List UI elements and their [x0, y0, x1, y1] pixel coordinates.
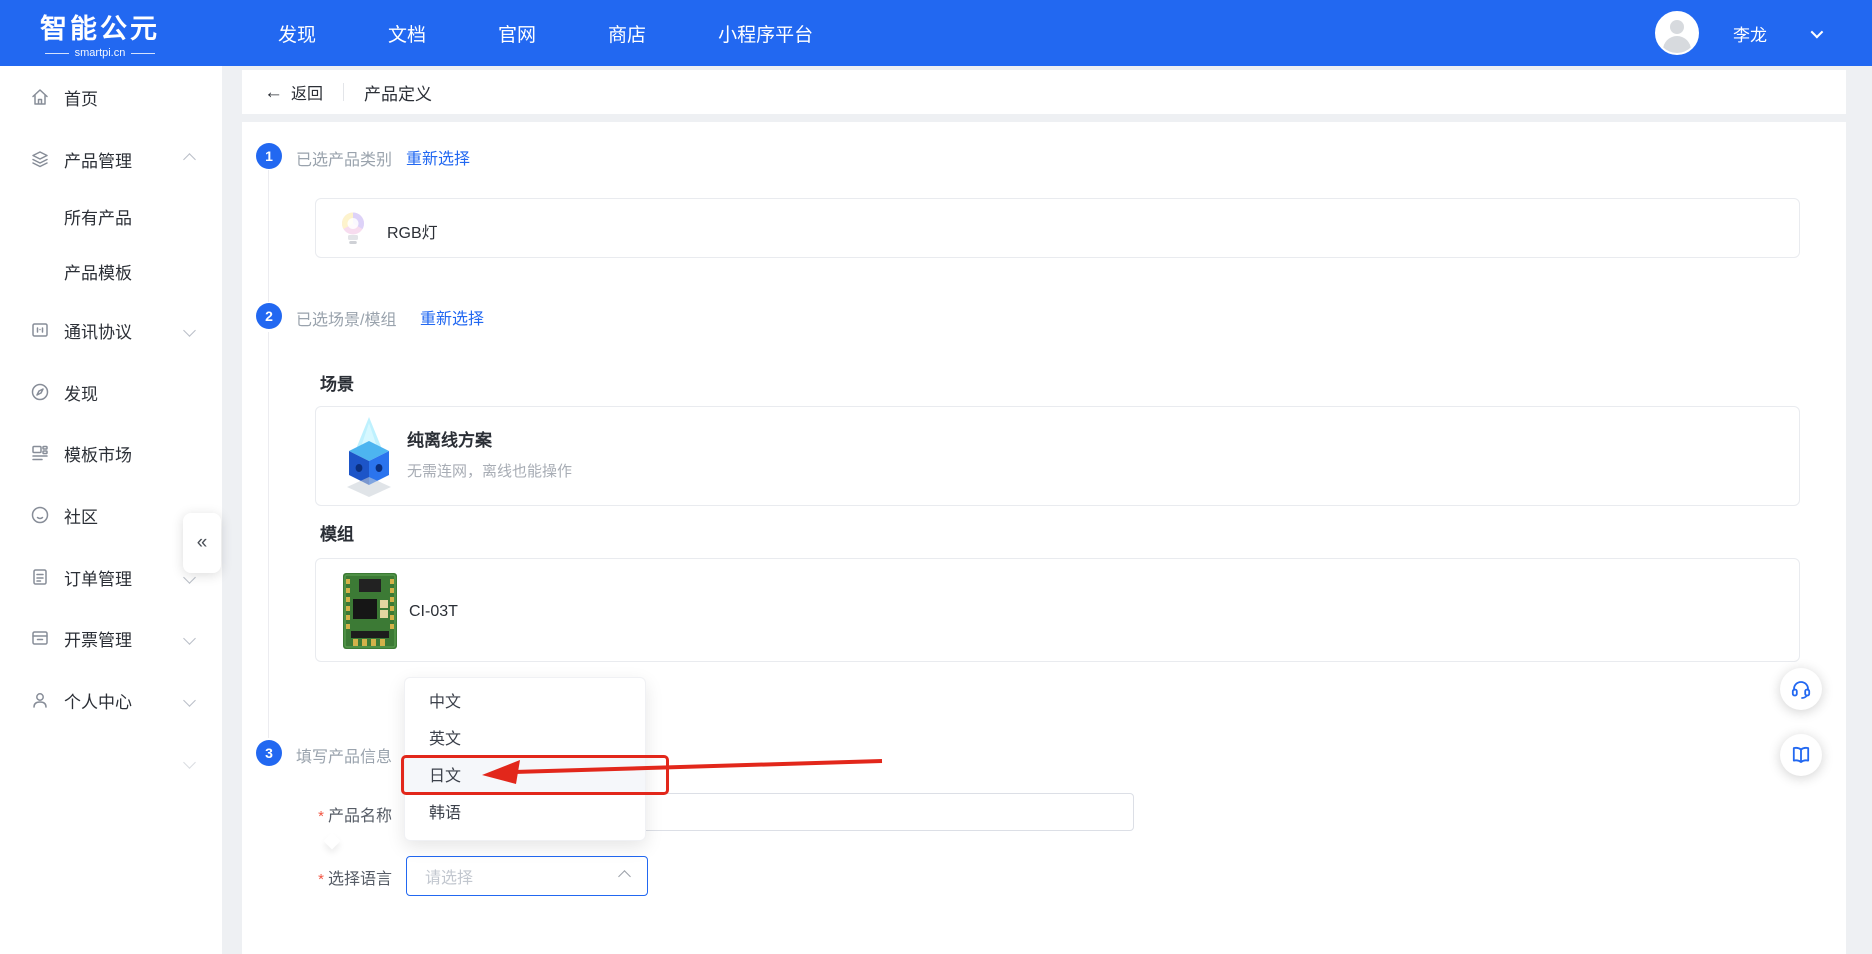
nav-item-store[interactable]: 商店 — [608, 20, 646, 47]
step-connector — [268, 170, 269, 302]
avatar[interactable] — [1655, 11, 1699, 55]
step1-badge: 1 — [256, 143, 282, 169]
sidebar-item-product-templates[interactable]: 产品模板 — [0, 258, 222, 284]
logo[interactable]: 智能公元 smartpi.cn — [40, 7, 160, 59]
selected-scene-card[interactable]: 纯离线方案 无需连网，离线也能操作 — [315, 406, 1800, 506]
back-arrow-icon: ← — [264, 83, 283, 102]
chevron-down-icon — [183, 694, 196, 707]
back-button[interactable]: ← 返回 — [264, 80, 323, 104]
nav-item-docs[interactable]: 文档 — [388, 20, 426, 47]
required-mark: * — [318, 871, 324, 888]
sidebar: 首页 产品管理 所有产品 产品模板 通讯协议 发现 模板市场 社区 — [0, 66, 222, 954]
step1-label: 已选产品类别 — [296, 146, 392, 170]
required-mark: * — [318, 808, 324, 825]
sidebar-collapse-button[interactable]: « — [183, 513, 221, 573]
selected-product-card[interactable]: RGB灯 — [315, 198, 1800, 258]
chevron-down-icon[interactable] — [1811, 25, 1824, 38]
profile-icon — [30, 690, 50, 710]
orders-icon — [30, 567, 50, 587]
scene-section-label: 场景 — [320, 370, 354, 395]
headset-icon — [1790, 678, 1812, 700]
sidebar-item-personal-center[interactable]: 个人中心 — [0, 687, 222, 713]
customer-service-button[interactable] — [1780, 668, 1822, 710]
sidebar-item-label: 社区 — [64, 503, 98, 528]
dropdown-option-korean[interactable]: 韩语 — [405, 795, 645, 832]
user-menu[interactable]: 李龙 — [1655, 0, 1820, 66]
page-title: 产品定义 — [364, 80, 432, 105]
sidebar-item-product-management[interactable]: 产品管理 — [0, 146, 222, 172]
sidebar-item-label: 模板市场 — [64, 441, 132, 466]
step-connector — [268, 332, 269, 738]
step1-reselect-link[interactable]: 重新选择 — [406, 145, 470, 169]
sidebar-item-label: 开票管理 — [64, 626, 132, 651]
nav-item-official-site[interactable]: 官网 — [498, 20, 536, 47]
module-section-label: 模组 — [320, 520, 354, 545]
market-icon — [30, 443, 50, 463]
documentation-button[interactable] — [1780, 734, 1822, 776]
dropdown-arrow-tip — [324, 833, 341, 850]
sidebar-item-home[interactable]: 首页 — [0, 84, 222, 110]
sidebar-item-template-market[interactable]: 模板市场 — [0, 440, 222, 466]
compass-icon — [30, 382, 50, 402]
step3-label: 填写产品信息 — [296, 743, 392, 767]
sidebar-item-label: 所有产品 — [64, 204, 132, 229]
sidebar-item-label: 首页 — [64, 85, 98, 110]
page-header: ← 返回 产品定义 — [242, 70, 1846, 114]
protocol-icon — [30, 320, 50, 340]
selected-module-card[interactable]: CI-03T — [315, 558, 1800, 662]
layers-icon — [30, 149, 50, 169]
nav-item-miniprogram-platform[interactable]: 小程序平台 — [718, 20, 813, 47]
logo-title: 智能公元 — [40, 7, 160, 46]
chevron-down-icon — [185, 754, 194, 772]
offline-cube-icon — [342, 415, 396, 499]
back-label: 返回 — [291, 80, 323, 104]
sidebar-item-label: 发现 — [64, 380, 98, 405]
sidebar-item-label: 产品模板 — [64, 259, 132, 284]
select-placeholder: 请选择 — [425, 864, 473, 888]
user-name: 李龙 — [1733, 21, 1767, 46]
step2-label: 已选场景/模组 — [296, 306, 396, 330]
product-name: RGB灯 — [387, 219, 438, 243]
nav-item-discover[interactable]: 发现 — [278, 20, 316, 47]
step2-reselect-link[interactable]: 重新选择 — [420, 305, 484, 329]
content-panel: 1 已选产品类别 重新选择 RGB灯 2 已选场景/模组 重新选择 场景 — [242, 122, 1846, 954]
header-divider — [343, 83, 344, 101]
language-select[interactable]: 请选择 — [406, 856, 648, 896]
sidebar-item-label: 产品管理 — [64, 147, 132, 172]
page: 智能公元 smartpi.cn 发现 文档 官网 商店 小程序平台 李龙 首页 … — [0, 0, 1872, 954]
chevron-up-icon — [183, 153, 196, 166]
avatar-head-icon — [1670, 20, 1684, 34]
sidebar-item-discover[interactable]: 发现 — [0, 379, 222, 405]
dropdown-option-chinese[interactable]: 中文 — [405, 684, 645, 721]
logo-subtitle: smartpi.cn — [40, 47, 160, 59]
chevron-up-icon — [618, 870, 631, 883]
top-navbar: 智能公元 smartpi.cn 发现 文档 官网 商店 小程序平台 李龙 — [0, 0, 1872, 66]
chevron-down-icon — [183, 324, 196, 337]
rgb-bulb-icon — [338, 210, 368, 248]
language-field-label: *选择语言 — [302, 865, 392, 889]
book-icon — [1790, 744, 1812, 766]
module-name: CI-03T — [409, 603, 458, 621]
scene-title: 纯离线方案 — [407, 426, 572, 451]
annotation-arrow — [470, 750, 900, 794]
sidebar-item-label: 订单管理 — [64, 565, 132, 590]
sidebar-item-all-products[interactable]: 所有产品 — [0, 203, 222, 229]
module-pcb-image — [343, 573, 397, 649]
sidebar-item-label: 通讯协议 — [64, 318, 132, 343]
step2-badge: 2 — [256, 303, 282, 329]
sidebar-item-label: 个人中心 — [64, 688, 132, 713]
product-name-field-label: *产品名称 — [302, 802, 392, 826]
sidebar-item-communication-protocol[interactable]: 通讯协议 — [0, 317, 222, 343]
sidebar-item-invoice-management[interactable]: 开票管理 — [0, 625, 222, 651]
chevron-down-icon — [183, 632, 196, 645]
avatar-body-icon — [1663, 36, 1691, 55]
community-icon — [30, 505, 50, 525]
scene-desc: 无需连网，离线也能操作 — [407, 460, 572, 481]
home-icon — [30, 87, 50, 107]
invoice-icon — [30, 628, 50, 648]
nav-menu: 发现 文档 官网 商店 小程序平台 — [278, 0, 813, 66]
step3-badge: 3 — [256, 740, 282, 766]
